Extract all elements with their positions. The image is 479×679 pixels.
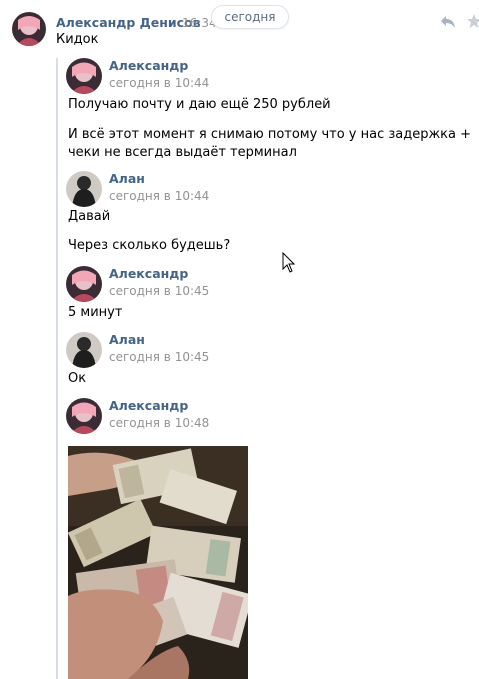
author-name[interactable]: Алан	[109, 332, 145, 347]
date-divider: сегодня	[211, 5, 289, 29]
forwarded-message: Алан сегодня в 10:44 Давай Через сколько…	[66, 171, 466, 257]
author-name[interactable]: Александр Денисов	[56, 15, 201, 30]
photo-attachment[interactable]	[68, 446, 248, 679]
forwarded-message: Алан сегодня в 10:45 Ок	[66, 332, 466, 392]
message-text: Получаю почту и даю ещё 250 рублей	[68, 97, 331, 112]
avatar[interactable]	[12, 12, 46, 46]
message-time: сегодня в 10:45	[109, 284, 210, 298]
avatar[interactable]	[66, 171, 102, 207]
author-name[interactable]: Алан	[109, 171, 145, 186]
message-text: чеки не всегда выдаёт терминал	[68, 145, 297, 160]
avatar[interactable]	[66, 332, 102, 368]
message-text: Ок	[68, 371, 87, 386]
author-name[interactable]: Александр	[109, 266, 188, 281]
message-text: Через сколько будешь?	[68, 238, 231, 253]
avatar[interactable]	[66, 58, 102, 94]
author-name[interactable]: Александр	[109, 58, 188, 73]
reply-icon[interactable]	[440, 15, 456, 29]
message-time: сегодня в 10:44	[109, 189, 210, 203]
message-text: И всё этот момент я снимаю потому что у …	[68, 127, 472, 142]
message-text: Кидок	[56, 32, 99, 47]
forwarded-message: Александр сегодня в 10:48	[66, 398, 466, 438]
message-time: сегодня в 10:44	[109, 76, 210, 90]
message-time: сегодня в 10:48	[109, 416, 210, 430]
mouse-cursor-icon	[282, 252, 296, 273]
forwarded-message: Александр сегодня в 10:45 5 минут	[66, 266, 466, 326]
avatar[interactable]	[66, 398, 102, 434]
avatar[interactable]	[66, 266, 102, 302]
author-name[interactable]: Александр	[109, 398, 188, 413]
forwarded-message: Александр сегодня в 10:44 Получаю почту …	[66, 58, 471, 168]
message-text: 5 минут	[68, 305, 123, 320]
message-time: сегодня в 10:45	[109, 350, 210, 364]
star-icon[interactable]	[466, 13, 479, 29]
message-text: Давай	[68, 209, 111, 224]
forward-quote-bar	[56, 58, 58, 679]
